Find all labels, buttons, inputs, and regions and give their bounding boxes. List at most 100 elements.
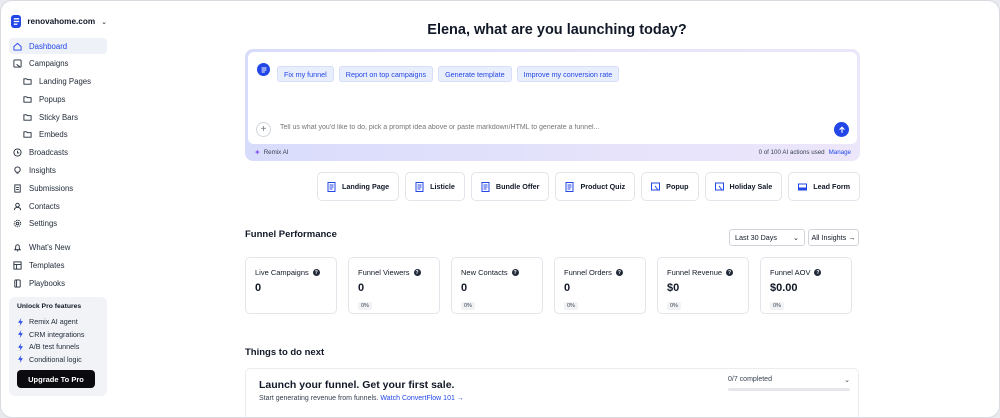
template-bundle-offer[interactable]: Bundle Offer xyxy=(470,172,550,201)
metric-change-badge: 0% xyxy=(564,302,578,310)
help-icon[interactable]: ? xyxy=(814,269,822,276)
attach-button[interactable]: + xyxy=(256,122,271,137)
all-insights-button[interactable]: All Insights → xyxy=(808,229,859,246)
metric-value: 0 xyxy=(461,282,468,294)
metric-label-text: Funnel Orders xyxy=(564,268,612,277)
onboarding-checklist[interactable]: Launch your funnel. Get your first sale.… xyxy=(245,368,859,417)
checklist-progress: 0/7 completed ⌄ xyxy=(728,376,850,391)
metric-label: Funnel Viewers? xyxy=(358,268,430,277)
help-icon[interactable]: ? xyxy=(413,269,421,276)
template-listicle[interactable]: Listicle xyxy=(405,172,465,201)
metric-label-text: Funnel Revenue xyxy=(667,268,723,277)
chevron-down-icon: ⌄ xyxy=(101,18,107,26)
sidebar-item-whats-new[interactable]: What's New xyxy=(9,240,107,256)
clock-icon xyxy=(13,148,22,157)
convertflow-logo-icon xyxy=(257,63,270,76)
template-label: Lead Form xyxy=(813,182,851,191)
metric-label-text: Funnel Viewers xyxy=(358,268,410,277)
metric-change-badge: 0% xyxy=(461,302,475,310)
promo-feature: A/B test funnels xyxy=(17,340,99,353)
template-landing-page[interactable]: Landing Page xyxy=(317,172,400,201)
sidebar-item-submissions[interactable]: Submissions xyxy=(9,180,107,196)
ai-usage: 0 of 100 AI actions used Manage xyxy=(759,149,851,156)
metric-label: Funnel AOV? xyxy=(770,268,842,277)
upgrade-to-pro-button[interactable]: Upgrade To Pro xyxy=(17,370,95,389)
template-label: Holiday Sale xyxy=(729,182,773,191)
sidebar-item-label: Popups xyxy=(39,94,66,104)
date-range-select[interactable]: Last 30 Days ⌄ xyxy=(729,229,805,246)
template-label: Popup xyxy=(666,182,689,191)
promo-feature-label: Conditional logic xyxy=(29,354,82,364)
metric-value: 0 xyxy=(255,282,262,294)
suggestion-chip-conversion-rate[interactable]: Improve my conversion rate xyxy=(516,66,620,82)
sidebar-item-broadcasts[interactable]: Broadcasts xyxy=(9,145,107,161)
help-icon[interactable]: ? xyxy=(726,269,734,276)
suggestion-chip-fix-funnel[interactable]: Fix my funnel xyxy=(277,66,334,82)
suggestion-chip-report[interactable]: Report on top campaigns xyxy=(338,66,434,82)
sidebar-item-sticky-bars[interactable]: Sticky Bars xyxy=(9,109,107,125)
user-icon xyxy=(13,202,22,211)
sidebar-item-label: Contacts xyxy=(29,201,60,211)
page-icon xyxy=(415,181,424,192)
suggestion-chip-generate-template[interactable]: Generate template xyxy=(438,66,512,82)
help-icon[interactable]: ? xyxy=(511,269,519,276)
metric-label-text: New Contacts xyxy=(461,268,508,277)
lightning-icon xyxy=(18,330,23,339)
send-button[interactable] xyxy=(834,122,849,137)
workspace-switcher[interactable]: renovahome.com ⌄ xyxy=(11,15,107,28)
metric-card-new-contacts: New Contacts? 0 0% xyxy=(451,257,543,314)
template-shortcuts: Landing Page Listicle Bundle Offer Produ… xyxy=(317,172,861,201)
template-lead-form[interactable]: Lead Form xyxy=(788,172,861,201)
promo-feature: CRM integrations xyxy=(17,328,99,341)
metric-value: $0 xyxy=(667,282,680,294)
gear-icon xyxy=(13,219,22,228)
metric-value: $0.00 xyxy=(770,282,798,294)
metric-label: Funnel Revenue? xyxy=(667,268,739,277)
metrics-cards: Live Campaigns? 0 Funnel Viewers? 0 0% N… xyxy=(245,257,852,314)
metric-label: Live Campaigns? xyxy=(255,268,327,277)
template-product-quiz[interactable]: Product Quiz xyxy=(555,172,636,201)
template-label: Bundle Offer xyxy=(495,182,540,191)
sidebar-item-embeds[interactable]: Embeds xyxy=(9,127,107,143)
metric-card-funnel-revenue: Funnel Revenue? $0 0% xyxy=(657,257,749,314)
checklist-subtitle-text: Start generating revenue from funnels. xyxy=(259,395,379,402)
sidebar-item-popups[interactable]: Popups xyxy=(9,91,107,107)
prompt-input[interactable] xyxy=(280,124,780,131)
sidebar-item-playbooks[interactable]: Playbooks xyxy=(9,275,107,291)
sidebar-item-templates[interactable]: Templates xyxy=(9,258,107,274)
promo-title: Unlock Pro features xyxy=(17,303,82,311)
watch-video-link[interactable]: Watch ConvertFlow 101 → xyxy=(380,395,463,402)
popup-icon xyxy=(651,182,661,190)
sidebar-item-label: Dashboard xyxy=(29,41,68,51)
progress-text: 0/7 completed xyxy=(728,376,772,383)
prompt-inner: Fix my funnel Report on top campaigns Ge… xyxy=(248,52,857,144)
sidebar-item-label: Campaigns xyxy=(29,59,69,69)
sidebar-item-landing-pages[interactable]: Landing Pages xyxy=(9,74,107,90)
template-holiday-sale[interactable]: Holiday Sale xyxy=(704,172,783,201)
help-icon[interactable]: ? xyxy=(312,269,320,276)
sidebar-item-settings[interactable]: Settings xyxy=(9,216,107,232)
campaign-icon xyxy=(13,59,22,68)
folder-icon xyxy=(23,113,32,122)
metric-card-live-campaigns: Live Campaigns? 0 xyxy=(245,257,337,314)
funnel-performance-heading: Funnel Performance xyxy=(245,229,337,240)
document-icon xyxy=(13,184,22,193)
brand-logo-icon xyxy=(11,15,22,28)
sidebar-item-label: Playbooks xyxy=(29,278,65,288)
help-icon[interactable]: ? xyxy=(615,269,623,276)
metric-card-funnel-aov: Funnel AOV? $0.00 0% xyxy=(760,257,852,314)
chevron-down-icon[interactable]: ⌄ xyxy=(844,376,850,384)
remix-ai-label: ✦ Remix AI xyxy=(254,148,288,157)
progress-bar xyxy=(728,388,850,391)
prompt-suggestions: Fix my funnel Report on top campaigns Ge… xyxy=(277,66,620,82)
template-icon xyxy=(13,261,22,270)
folder-icon xyxy=(23,77,32,86)
sidebar-item-dashboard[interactable]: Dashboard xyxy=(9,38,107,54)
lightning-icon xyxy=(18,317,23,326)
template-popup[interactable]: Popup xyxy=(641,172,699,201)
manage-link[interactable]: Manage xyxy=(829,149,851,156)
sidebar-item-campaigns[interactable]: Campaigns xyxy=(9,56,107,72)
sidebar-item-insights[interactable]: Insights xyxy=(9,163,107,179)
sidebar-item-contacts[interactable]: Contacts xyxy=(9,198,107,214)
